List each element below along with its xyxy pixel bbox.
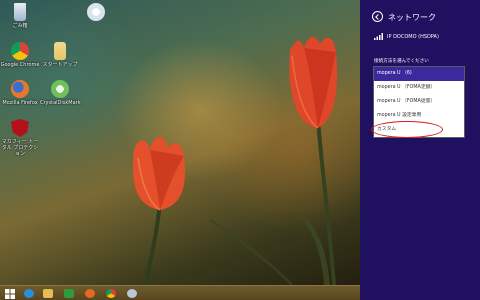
taskbar xyxy=(0,285,360,300)
store-icon xyxy=(64,289,74,298)
taskbar-store[interactable] xyxy=(63,288,75,299)
taskbar-network-connection[interactable] xyxy=(126,288,138,299)
back-button[interactable] xyxy=(372,11,383,22)
mcafee-shortcut[interactable]: マカフィー トータル プロテクション xyxy=(0,119,40,157)
crystaldiskmark-shortcut[interactable]: CrystalDiskMark xyxy=(40,80,81,106)
charm-title: ネットワーク xyxy=(388,13,436,22)
firefox-icon xyxy=(11,80,29,98)
custom-option-highlight xyxy=(371,121,443,138)
recycle-bin-icon xyxy=(14,3,26,21)
mcafee-icon xyxy=(11,119,29,137)
firefox-shortcut[interactable]: Mozilla Firefox xyxy=(0,80,40,106)
taskbar-file-explorer[interactable] xyxy=(42,288,54,299)
connection-name[interactable]: IP DOCOMO (HSDPA) xyxy=(387,34,439,40)
file-explorer-icon xyxy=(43,289,53,298)
chrome-icon xyxy=(106,289,116,298)
windows-start-icon xyxy=(5,289,15,299)
chrome-icon xyxy=(11,42,29,60)
network-app-icon xyxy=(87,3,105,21)
network-app-shortcut[interactable] xyxy=(76,3,116,23)
desktop: ごみ箱 Google Chrome Mozilla Firefox マカフィー … xyxy=(0,0,360,285)
firefox-icon xyxy=(85,289,95,298)
chrome-shortcut[interactable]: Google Chrome xyxy=(0,42,40,68)
taskbar-internet-explorer[interactable] xyxy=(23,288,35,299)
dropdown-option-foma-metered[interactable]: mopera U （FOMA従量） xyxy=(374,95,464,109)
dropdown-option-foma-flat[interactable]: mopera U （FOMA定額） xyxy=(374,81,464,95)
network-connection-icon xyxy=(127,289,137,298)
folder-icon xyxy=(54,42,66,60)
start-button[interactable] xyxy=(4,288,16,299)
taskbar-firefox[interactable] xyxy=(84,288,96,299)
network-charm-panel xyxy=(360,0,480,300)
recycle-bin-shortcut[interactable]: ごみ箱 xyxy=(0,3,40,29)
taskbar-chrome[interactable] xyxy=(105,288,117,299)
internet-explorer-icon xyxy=(24,289,34,298)
signal-strength-icon xyxy=(374,33,383,40)
crystaldiskmark-icon xyxy=(51,80,69,98)
dropdown-option-mopera-u[interactable]: mopera U （6) xyxy=(374,67,464,81)
connection-method-prompt: 接続方法を選んでください xyxy=(374,59,429,64)
startup-folder-shortcut[interactable]: スタートアップ xyxy=(40,42,80,68)
